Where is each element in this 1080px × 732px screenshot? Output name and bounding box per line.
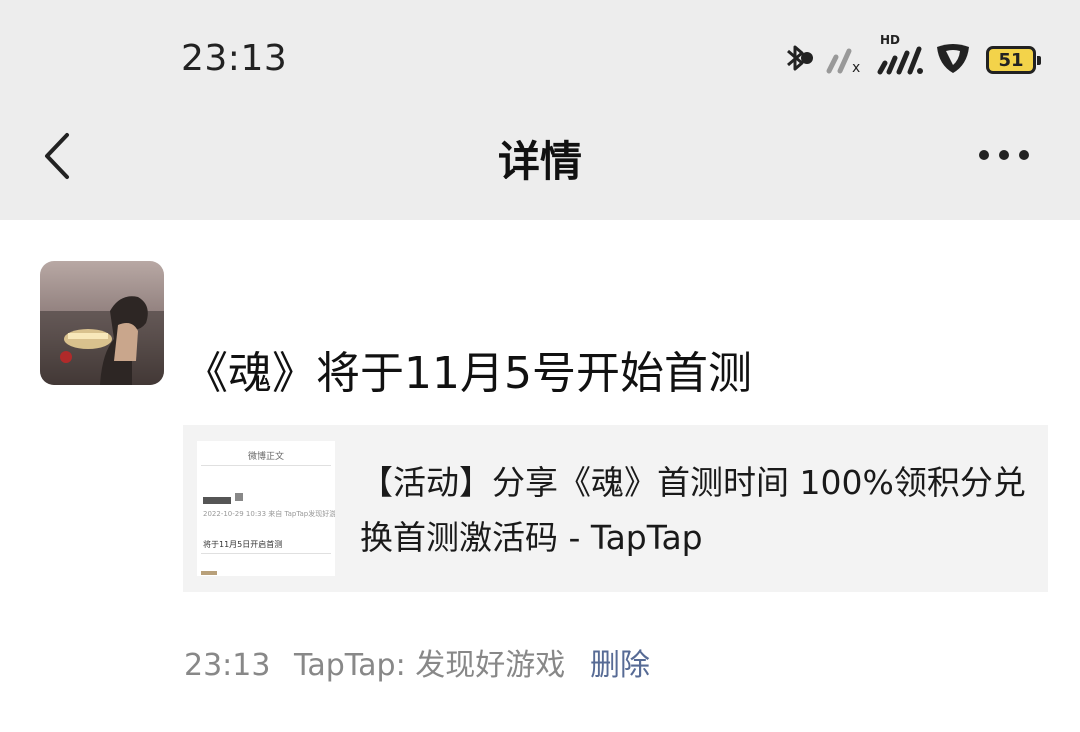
thumbnail-mark <box>235 493 243 501</box>
shield-icon <box>934 41 972 79</box>
more-dots-icon <box>979 150 1029 160</box>
signal-icon: x <box>824 41 868 79</box>
avatar[interactable] <box>40 261 164 385</box>
more-button[interactable] <box>972 140 1036 170</box>
share-thumbnail: 微博正文 2022-10-29 10:33 来自 TapTap发现好游戏 将于1… <box>197 441 335 576</box>
bluetooth-icon <box>782 41 816 79</box>
share-card-title: 【活动】分享《魂》首测时间 100%领积分兑换首测激活码 - TapTap <box>360 463 1026 557</box>
page-title: 详情 <box>497 137 582 186</box>
status-icons: x HD 51 <box>782 33 1041 80</box>
thumbnail-line2: 将于11月5日开启首测 <box>203 540 283 549</box>
hd-label: HD <box>880 33 901 47</box>
post-source[interactable]: TapTap: 发现好游戏 <box>294 648 565 683</box>
thumbnail-header: 微博正文 <box>247 452 284 462</box>
thumbnail-divider <box>201 465 331 466</box>
signal-hd-icon: HD <box>876 33 926 79</box>
top-bar: 23:13 x HD 51 详情 <box>0 0 1080 220</box>
status-time: 23:13 <box>181 38 288 79</box>
thumbnail-image-strip <box>201 571 217 575</box>
post-text: 《魂》将于11月5号开始首测 <box>184 348 752 399</box>
svg-text:x: x <box>852 60 860 75</box>
delete-button[interactable]: 删除 <box>590 640 650 684</box>
thumbnail-avatar-placeholder <box>203 497 231 504</box>
battery-level: 51 <box>998 49 1024 71</box>
thumbnail-divider-2 <box>201 553 331 554</box>
share-card[interactable]: 微博正文 2022-10-29 10:33 来自 TapTap发现好游戏 将于1… <box>183 425 1048 592</box>
thumbnail-line1: 2022-10-29 10:33 来自 TapTap发现好游戏 <box>203 510 335 518</box>
post-time: 23:13 <box>184 648 271 683</box>
battery-icon: 51 <box>986 46 1041 74</box>
post-meta: 23:13 TapTap: 发现好游戏 <box>184 640 565 684</box>
